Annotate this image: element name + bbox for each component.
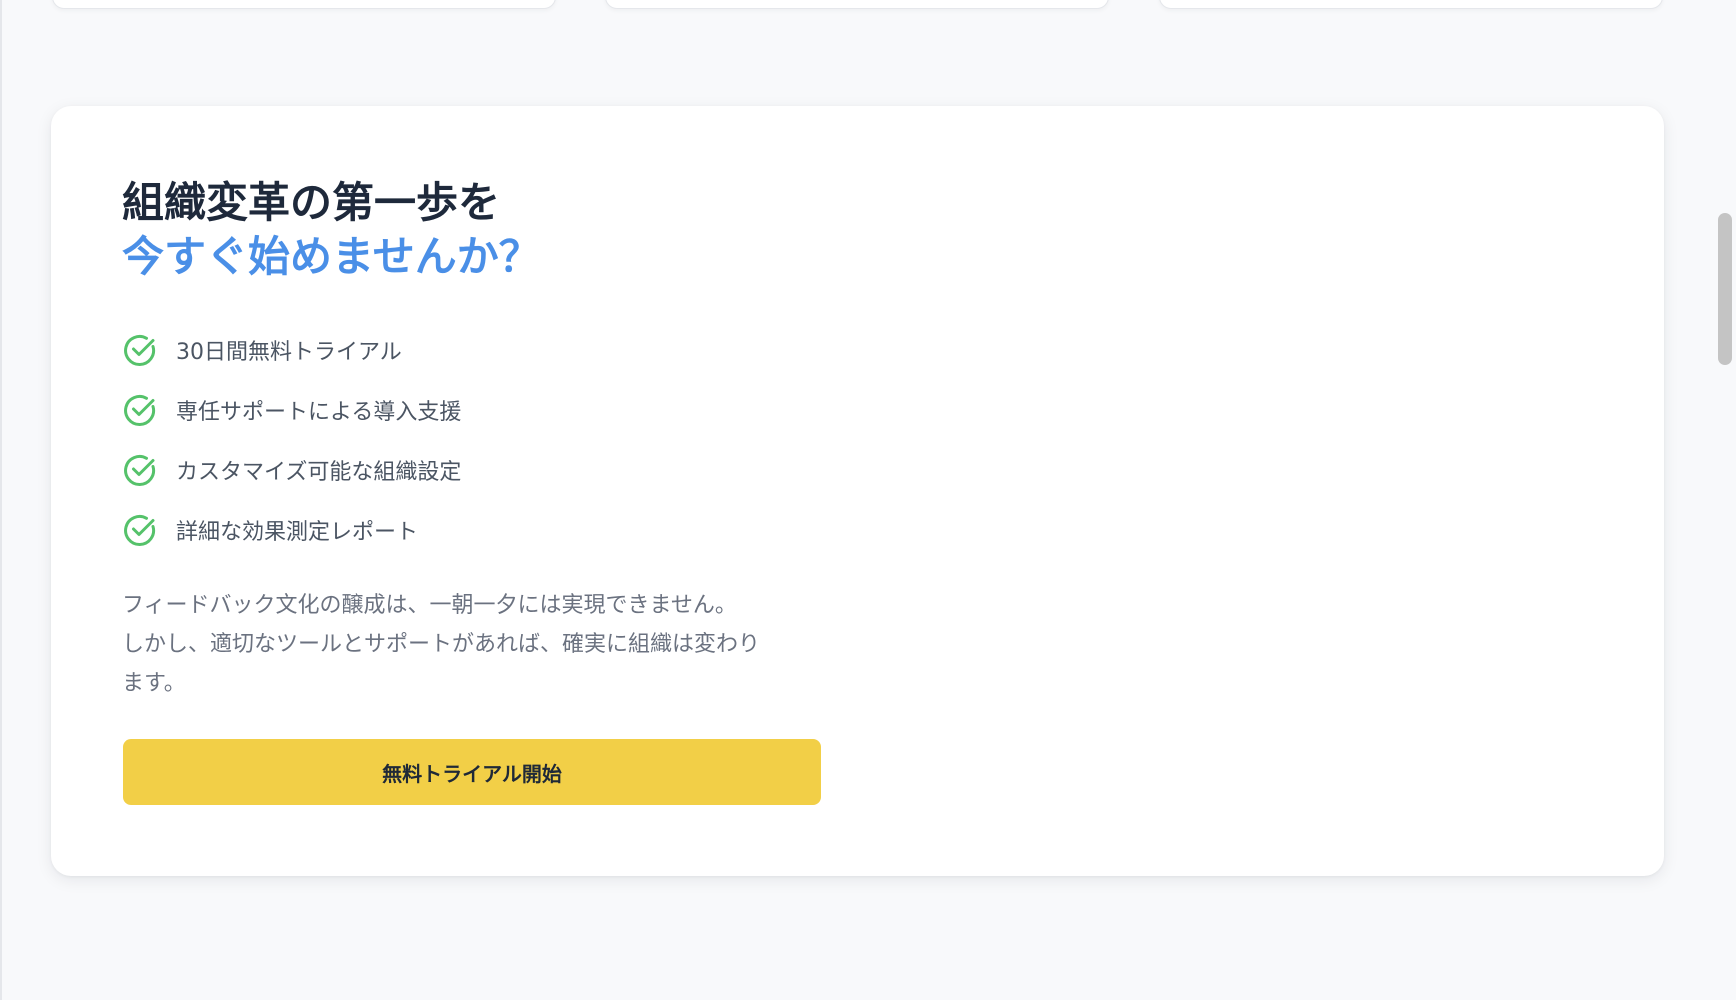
feature-label: カスタマイズ可能な組織設定	[176, 460, 462, 485]
feature-item: カスタマイズ可能な組織設定	[122, 440, 461, 500]
cta-title-line2: 今すぐ始めませんか？	[122, 232, 541, 281]
check-circle-icon	[122, 332, 158, 368]
check-circle-icon	[122, 512, 158, 548]
feature-card-2	[605, 0, 1109, 9]
feature-item: 30日間無料トライアル	[122, 320, 461, 380]
feature-list: 30日間無料トライアル 専任サポートによる導入支援 カスタマイズ可能な組織設定	[122, 320, 461, 560]
check-circle-icon	[122, 392, 158, 428]
feature-label: 30日間無料トライアル	[176, 340, 402, 365]
start-free-trial-button[interactable]: 無料トライアル開始	[123, 739, 821, 805]
cta-title: 組織変革の第一歩を 今すぐ始めませんか？	[122, 176, 541, 284]
cta-title-line1: 組織変革の第一歩を	[122, 178, 501, 227]
feature-card-1	[52, 0, 556, 9]
feature-card-3	[1159, 0, 1663, 9]
cta-card: 組織変革の第一歩を 今すぐ始めませんか？ 30日間無料トライアル 専任サポートに…	[51, 106, 1664, 876]
check-circle-icon	[122, 452, 158, 488]
description-line-2: しかし、適切なツールとサポートがあれば、確実に組織は変わり	[122, 632, 761, 657]
cta-description: フィードバック文化の醸成は、一朝一夕には実現できません。 しかし、適切なツールと…	[122, 586, 842, 703]
description-line-1: フィードバック文化の醸成は、一朝一夕には実現できません。	[122, 593, 737, 618]
feature-label: 詳細な効果測定レポート	[176, 520, 419, 545]
page-edge	[0, 0, 2, 1000]
scrollbar-track[interactable]	[1714, 0, 1736, 1000]
scrollbar-thumb[interactable]	[1718, 213, 1732, 365]
feature-item: 詳細な効果測定レポート	[122, 500, 461, 560]
feature-item: 専任サポートによる導入支援	[122, 380, 461, 440]
description-line-3: ます。	[122, 671, 186, 696]
feature-label: 専任サポートによる導入支援	[176, 400, 462, 425]
